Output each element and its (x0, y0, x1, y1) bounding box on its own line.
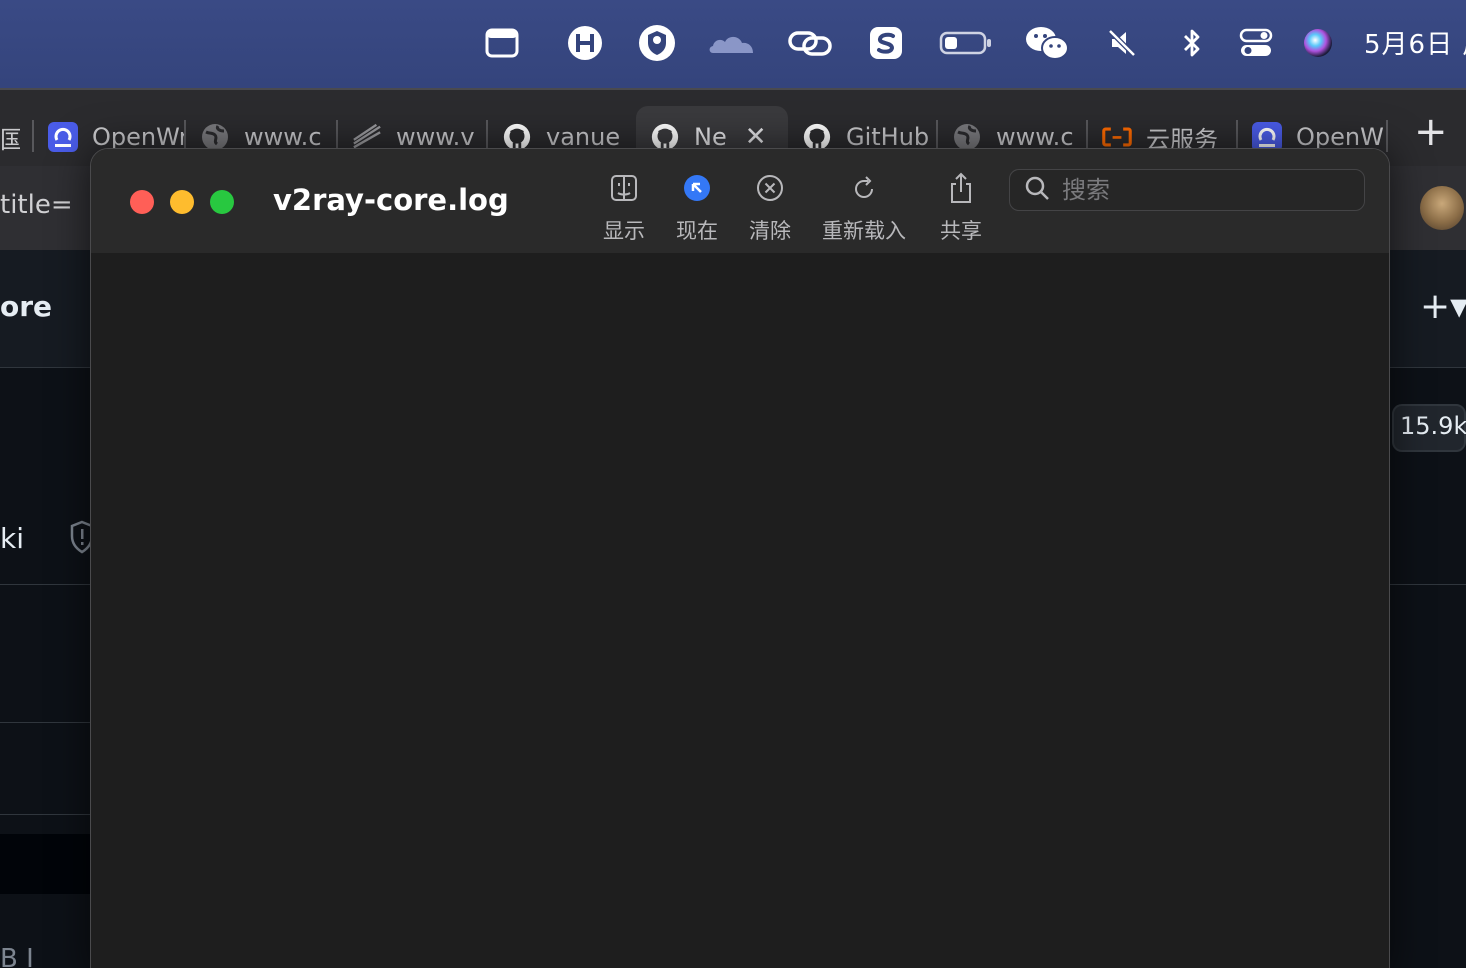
tab-label: GitHub (846, 123, 930, 151)
guard-app-icon[interactable] (637, 22, 677, 64)
muted-speaker-icon[interactable] (1102, 22, 1142, 64)
divider (0, 722, 92, 723)
star-count: 15.9k (1400, 412, 1466, 440)
avatar[interactable] (1420, 186, 1464, 230)
h-app-icon[interactable] (565, 22, 605, 64)
link-icon[interactable] (786, 22, 834, 64)
search-icon (1024, 175, 1050, 205)
divider (0, 814, 92, 815)
cloudflare-icon[interactable] (706, 22, 758, 64)
tab[interactable]: 国 (0, 106, 20, 168)
battery-icon[interactable] (938, 22, 994, 64)
tool-label: 共享 (940, 219, 982, 243)
wechat-icon[interactable] (1024, 22, 1070, 64)
share-icon (944, 171, 978, 205)
macos-menu-bar: 5月6日 周 (0, 0, 1466, 88)
console-log-window: v2ray-core.log 显示 现在 清除 重新载入 共享 搜索 (90, 148, 1390, 968)
address-bar-fragment[interactable]: title= (0, 190, 73, 220)
create-new-button[interactable]: +▾ (1420, 286, 1466, 327)
repo-name-fragment[interactable]: ore (0, 290, 52, 323)
wiki-tab-fragment[interactable]: ki (0, 522, 24, 555)
tab-label: www.v (396, 123, 475, 151)
tab-label: www.c (996, 123, 1074, 151)
clear-icon (753, 171, 787, 205)
window-icon[interactable] (482, 22, 522, 64)
reload-icon (847, 171, 881, 205)
search-field[interactable] (1009, 169, 1365, 211)
bluetooth-icon[interactable] (1172, 22, 1212, 64)
window-toolbar: v2ray-core.log 显示 现在 清除 重新载入 共享 搜索 (91, 149, 1389, 253)
tab-divider (1386, 120, 1388, 152)
tab-label: www.c (244, 123, 322, 151)
show-in-finder-button[interactable]: 显示 (603, 171, 645, 245)
tab-label: vanue (546, 123, 621, 151)
control-center-icon[interactable] (1236, 22, 1276, 64)
editor-toolbar-band (0, 834, 92, 894)
tool-label: 清除 (749, 219, 791, 243)
new-tab-button[interactable]: + (1414, 112, 1448, 152)
log-content-area[interactable] (91, 253, 1389, 968)
zoom-window-button[interactable] (210, 190, 234, 214)
finder-icon (607, 171, 641, 205)
sogou-input-icon[interactable] (866, 22, 906, 64)
tool-label: 显示 (603, 219, 645, 243)
share-button[interactable]: 共享 (940, 171, 982, 245)
close-window-button[interactable] (130, 190, 154, 214)
reload-button[interactable]: 重新载入 (822, 171, 906, 245)
tab-label: Ne (694, 123, 727, 151)
tab-label: 国 (0, 125, 20, 154)
tab-label: OpenWrt (92, 123, 184, 151)
editor-format-fragment[interactable]: B I (0, 944, 34, 968)
clear-button[interactable]: 清除 (749, 171, 791, 245)
menu-bar-date[interactable]: 5月6日 周 (1364, 24, 1466, 61)
tool-label: 重新载入 (822, 219, 906, 243)
now-button[interactable]: 现在 (676, 171, 718, 245)
minimize-window-button[interactable] (170, 190, 194, 214)
window-title: v2ray-core.log (273, 183, 509, 217)
now-arrow-icon (680, 171, 714, 205)
siri-icon[interactable] (1298, 22, 1338, 64)
tool-label: 现在 (676, 219, 718, 243)
search-input[interactable] (1062, 176, 1342, 204)
tab-label: OpenW (1296, 123, 1384, 151)
openwrt-icon (48, 122, 78, 152)
